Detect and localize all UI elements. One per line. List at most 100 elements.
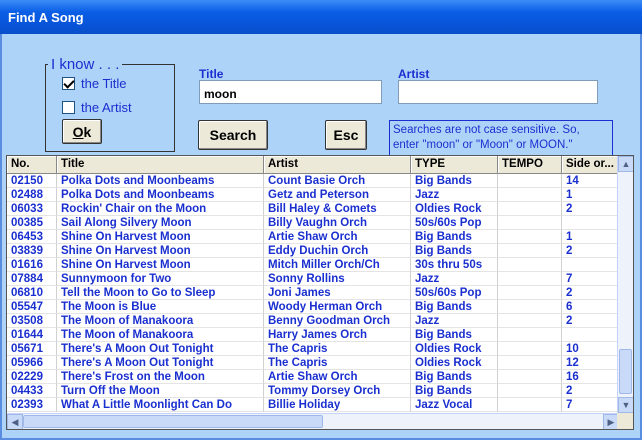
table-row[interactable]: 02393 What A Little Moonlight Can Do Billi…: [7, 398, 619, 412]
horizontal-scrollbar[interactable]: ◀ ▶: [7, 413, 619, 429]
column-header-no[interactable]: No.: [7, 156, 57, 174]
cell-artist: The Capris: [264, 356, 411, 370]
cell-type: Big Bands: [411, 328, 498, 342]
cell-tempo: [498, 216, 562, 230]
esc-button[interactable]: Esc: [325, 120, 367, 150]
cell-tempo: [498, 272, 562, 286]
table-row[interactable]: 07884 Sunnymoon for Two Sonny Rollins Jazz 7: [7, 272, 619, 286]
ok-mnemonic: O: [72, 123, 84, 140]
column-header-type[interactable]: TYPE: [411, 156, 498, 174]
window-titlebar: Find A Song: [0, 0, 642, 34]
artist-checkbox[interactable]: [62, 101, 75, 114]
esc-button-label: Esc: [333, 127, 359, 143]
cell-tempo: [498, 398, 562, 412]
cell-side: 12: [562, 356, 619, 370]
cell-type: 30s thru 50s: [411, 258, 498, 272]
title-checkbox[interactable]: [62, 77, 75, 90]
table-row[interactable]: 03839 Shine On Harvest Moon Eddy Duchin Or…: [7, 244, 619, 258]
cell-title: There's Frost on the Moon: [57, 370, 264, 384]
cell-tempo: [498, 286, 562, 300]
cell-type: Jazz: [411, 188, 498, 202]
table-row[interactable]: 02229 There's Frost on the Moon Artie Shaw…: [7, 370, 619, 384]
cell-title: Shine On Harvest Moon: [57, 258, 264, 272]
cell-title: There's A Moon Out Tonight: [57, 342, 264, 356]
scroll-left-icon[interactable]: ◀: [7, 414, 23, 429]
option-artist[interactable]: the Artist: [62, 100, 132, 115]
table-row[interactable]: 05671 There's A Moon Out Tonight The Capri…: [7, 342, 619, 356]
cell-side: 16: [562, 370, 619, 384]
table-row[interactable]: 03508 The Moon of Manakoora Benny Goodman …: [7, 314, 619, 328]
table-row[interactable]: 04433 Turn Off the Moon Tommy Dorsey Orch B…: [7, 384, 619, 398]
artist-input[interactable]: [398, 80, 598, 104]
cell-no: 04433: [7, 384, 57, 398]
artist-checkbox-label: the Artist: [81, 100, 132, 115]
cell-title: Turn Off the Moon: [57, 384, 264, 398]
column-header-title[interactable]: Title: [57, 156, 264, 174]
cell-type: Big Bands: [411, 244, 498, 258]
ok-button[interactable]: Ok: [62, 119, 102, 144]
table-row[interactable]: 02488 Polka Dots and Moonbeams Getz and Pe…: [7, 188, 619, 202]
title-checkbox-label: the Title: [81, 76, 127, 91]
column-header-side[interactable]: Side or...: [562, 156, 619, 174]
cell-type: 50s/60s Pop: [411, 216, 498, 230]
cell-no: 02393: [7, 398, 57, 412]
cell-no: 06033: [7, 202, 57, 216]
cell-no: 02150: [7, 174, 57, 188]
cell-no: 05547: [7, 300, 57, 314]
option-title[interactable]: the Title: [62, 76, 127, 91]
column-header-artist[interactable]: Artist: [264, 156, 411, 174]
cell-tempo: [498, 328, 562, 342]
table-row[interactable]: 02150 Polka Dots and Moonbeams Count Basie…: [7, 174, 619, 188]
table-row[interactable]: 01644 The Moon of Manakoora Harry James Or…: [7, 328, 619, 342]
title-label: Title: [199, 67, 224, 81]
cell-type: Jazz: [411, 314, 498, 328]
cell-no: 07884: [7, 272, 57, 286]
cell-side: 2: [562, 286, 619, 300]
scroll-up-icon[interactable]: ▲: [618, 156, 633, 172]
cell-type: Oldies Rock: [411, 356, 498, 370]
scrollbar-corner: [617, 413, 633, 429]
cell-artist: Eddy Duchin Orch: [264, 244, 411, 258]
cell-artist: The Capris: [264, 342, 411, 356]
cell-no: 06810: [7, 286, 57, 300]
cell-artist: Tommy Dorsey Orch: [264, 384, 411, 398]
cell-artist: Sonny Rollins: [264, 272, 411, 286]
cell-type: Big Bands: [411, 300, 498, 314]
table-row[interactable]: 01616 Shine On Harvest Moon Mitch Miller O…: [7, 258, 619, 272]
cell-tempo: [498, 384, 562, 398]
search-button[interactable]: Search: [198, 120, 268, 150]
cell-title: There's A Moon Out Tonight: [57, 356, 264, 370]
cell-type: Big Bands: [411, 384, 498, 398]
cell-artist: Count Basie Orch: [264, 174, 411, 188]
cell-side: 2: [562, 202, 619, 216]
cell-side: 1: [562, 230, 619, 244]
cell-no: 03839: [7, 244, 57, 258]
cell-title: Polka Dots and Moonbeams: [57, 174, 264, 188]
cell-artist: Artie Shaw Orch: [264, 230, 411, 244]
table-row[interactable]: 05966 There's A Moon Out Tonight The Capri…: [7, 356, 619, 370]
cell-side: 7: [562, 398, 619, 412]
title-input[interactable]: moon: [199, 80, 382, 104]
cell-title: Tell the Moon to Go to Sleep: [57, 286, 264, 300]
cell-tempo: [498, 202, 562, 216]
cell-no: 05966: [7, 356, 57, 370]
vertical-scrollbar[interactable]: ▲ ▼: [617, 156, 633, 413]
table-row[interactable]: 00385 Sail Along Silvery Moon Billy Vaughn…: [7, 216, 619, 230]
cell-artist: Bill Haley & Comets: [264, 202, 411, 216]
cell-title: Shine On Harvest Moon: [57, 244, 264, 258]
cell-side: [562, 258, 619, 272]
results-grid[interactable]: No. Title Artist TYPE TEMPO Side or... 0…: [6, 155, 634, 430]
table-row[interactable]: 06033 Rockin' Chair on the Moon Bill Haley…: [7, 202, 619, 216]
scroll-down-icon[interactable]: ▼: [618, 397, 633, 413]
horizontal-scroll-thumb[interactable]: [23, 415, 323, 428]
cell-title: What A Little Moonlight Can Do: [57, 398, 264, 412]
column-header-tempo[interactable]: TEMPO: [498, 156, 562, 174]
table-row[interactable]: 06453 Shine On Harvest Moon Artie Shaw Orc…: [7, 230, 619, 244]
cell-side: 6: [562, 300, 619, 314]
vertical-scroll-thumb[interactable]: [619, 349, 632, 394]
cell-side: 1: [562, 188, 619, 202]
table-row[interactable]: 05547 The Moon is Blue Woody Herman Orch Bi…: [7, 300, 619, 314]
grid-header: No. Title Artist TYPE TEMPO Side or...: [7, 156, 619, 174]
table-row[interactable]: 06810 Tell the Moon to Go to Sleep Joni Ja…: [7, 286, 619, 300]
cell-tempo: [498, 188, 562, 202]
